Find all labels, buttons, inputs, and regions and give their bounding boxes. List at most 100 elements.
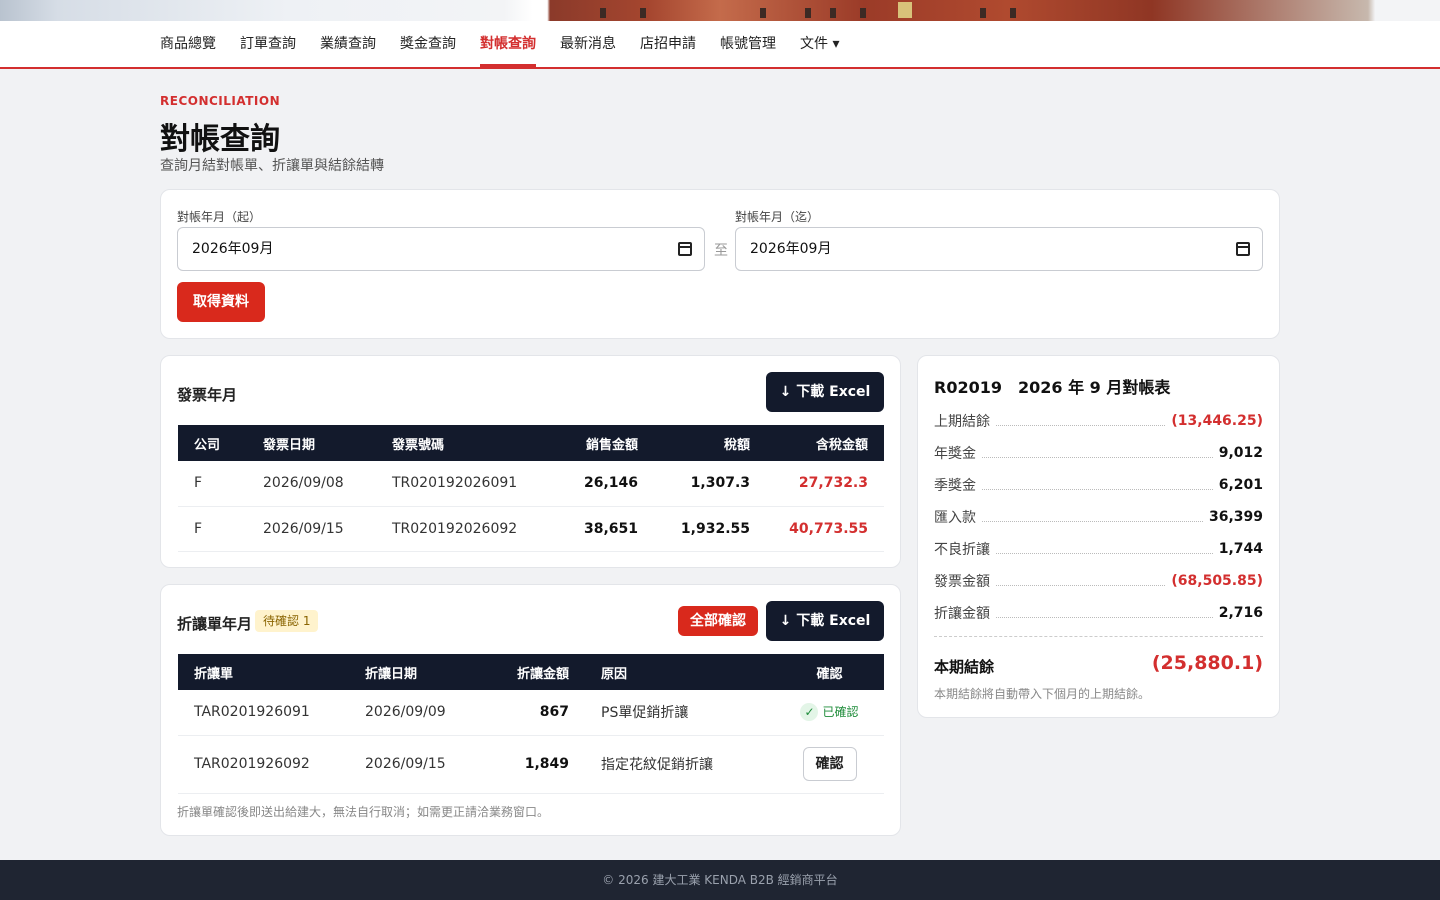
cell-number: TR020192026091 — [392, 475, 518, 492]
col-sales-amount: 銷售金額 — [585, 437, 638, 453]
end-month-input[interactable]: 2026年09月 — [735, 227, 1263, 271]
summary-divider — [934, 636, 1263, 637]
nav-item-account[interactable]: 帳號管理 — [720, 21, 776, 67]
nav-item-news[interactable]: 最新消息 — [560, 21, 616, 67]
nav-item-signboard[interactable]: 店招申請 — [640, 21, 696, 67]
invoice-card: 發票年月 ↓ 下載 Excel 公司 發票日期 發票號碼 銷售金額 稅額 含稅金… — [160, 355, 901, 568]
closing-balance-label: 本期結餘 — [934, 658, 995, 676]
page-title: 對帳查詢 — [160, 122, 280, 157]
check-icon: ✓ — [800, 703, 819, 722]
page-footer: © 2026 建大工業 KENDA B2B 經銷商平台 — [0, 860, 1440, 900]
col-allowance-amount: 折讓金額 — [516, 666, 569, 682]
allowance-note: 折讓單確認後即送出給建大，無法自行取消；如需更正請洽業務窗口。 — [177, 805, 550, 819]
cell-number: TR020192026092 — [392, 520, 518, 537]
cell-date: 2026/09/15 — [365, 756, 446, 772]
summary-row: 季獎金 6,201 — [934, 475, 1263, 495]
allowance-card: 折讓單年月 待確認 1 全部確認 ↓ 下載 Excel 折讓單 折讓日期 折讓金… — [160, 584, 901, 836]
summary-value: 36,399 — [1208, 509, 1263, 525]
cell-total: 40,773.55 — [789, 520, 868, 537]
calendar-icon[interactable] — [1236, 242, 1250, 256]
cell-sales: 38,651 — [583, 520, 638, 537]
confirm-allowance-button[interactable]: 確認 — [802, 747, 857, 781]
allowance-download-excel-button[interactable]: ↓ 下載 Excel — [766, 601, 884, 641]
start-month-input[interactable]: 2026年09月 — [177, 227, 705, 271]
invoice-download-excel-button[interactable]: ↓ 下載 Excel — [766, 372, 884, 412]
col-total-with-tax: 含稅金額 — [815, 437, 868, 453]
cell-reason: PS單促銷折讓 — [601, 705, 689, 722]
calendar-icon[interactable] — [678, 242, 692, 256]
header-banner-image — [0, 0, 1440, 21]
page-subtitle: 查詢月結對帳單、折讓單與結餘結轉 — [160, 158, 384, 174]
col-reason: 原因 — [601, 666, 628, 682]
summary-value: 9,012 — [1218, 445, 1263, 461]
invoice-card-title: 發票年月 — [177, 386, 238, 404]
reconciliation-summary-card: R02019 2026 年 9 月對帳表 上期結餘 (13,446.25) 年獎… — [917, 355, 1280, 718]
fetch-data-button[interactable]: 取得資料 — [177, 282, 265, 322]
cell-tax: 1,307.3 — [690, 475, 750, 492]
summary-row: 折讓金額 2,716 — [934, 603, 1263, 623]
summary-note: 本期結餘將自動帶入下個月的上期結餘。 — [934, 687, 1151, 701]
table-row: F 2026/09/08 TR020192026091 26,146 1,307… — [178, 461, 884, 506]
pending-count-badge: 待確認 1 — [255, 610, 319, 632]
allowance-table-header: 折讓單 折讓日期 折讓金額 原因 確認 — [178, 654, 884, 690]
cell-date: 2026/09/08 — [263, 475, 344, 492]
summary-row: 發票金額 (68,505.85) — [934, 571, 1263, 591]
col-confirm: 確認 — [816, 666, 843, 682]
summary-label: 上期結餘 — [934, 414, 990, 430]
summary-label: 年獎金 — [934, 446, 976, 462]
start-month-value: 2026年09月 — [192, 241, 274, 257]
col-invoice-date: 發票日期 — [263, 437, 316, 453]
summary-value: (13,446.25) — [1171, 413, 1263, 429]
col-tax: 稅額 — [723, 437, 750, 453]
cell-amount: 1,849 — [524, 756, 569, 772]
nav-item-performance[interactable]: 業績查詢 — [320, 21, 376, 67]
invoice-table: 公司 發票日期 發票號碼 銷售金額 稅額 含稅金額 F 2026/09/08 T… — [178, 425, 884, 552]
nav-item-products[interactable]: 商品總覽 — [160, 21, 216, 67]
cell-allowance-id: TAR0201926092 — [194, 756, 310, 772]
summary-value: (68,505.85) — [1171, 573, 1263, 589]
nav-item-orders[interactable]: 訂單查詢 — [240, 21, 296, 67]
allowance-card-title: 折讓單年月 — [177, 615, 253, 633]
summary-title: R02019 2026 年 9 月對帳表 — [934, 378, 1171, 397]
confirm-all-button[interactable]: 全部確認 — [678, 606, 758, 636]
page-eyebrow: RECONCILIATION — [160, 94, 281, 108]
summary-row: 上期結餘 (13,446.25) — [934, 411, 1263, 431]
summary-label: 折讓金額 — [934, 606, 990, 622]
cell-date: 2026/09/09 — [365, 704, 446, 721]
cell-allowance-id: TAR0201926091 — [194, 704, 310, 721]
col-invoice-number: 發票號碼 — [392, 437, 445, 453]
main-nav: 商品總覽 訂單查詢 業績查詢 獎金查詢 對帳查詢 最新消息 店招申請 帳號管理 … — [0, 21, 1440, 69]
col-allowance-id: 折讓單 — [194, 666, 234, 682]
nav-item-documents-dropdown[interactable]: 文件 ▾ — [800, 21, 839, 67]
cell-tax: 1,932.55 — [680, 520, 750, 537]
allowance-table: 折讓單 折讓日期 折讓金額 原因 確認 TAR0201926091 2026/0… — [178, 654, 884, 794]
cell-sales: 26,146 — [583, 475, 638, 492]
summary-row: 年獎金 9,012 — [934, 443, 1263, 463]
confirmed-status: ✓ 已確認 — [800, 703, 859, 722]
cell-company: F — [194, 475, 203, 492]
confirmed-label: 已確認 — [822, 705, 859, 720]
invoice-table-header: 公司 發票日期 發票號碼 銷售金額 稅額 含稅金額 — [178, 425, 884, 461]
cell-company: F — [194, 520, 203, 537]
cell-status: ✓ 已確認 — [775, 690, 884, 735]
nav-item-bonus[interactable]: 獎金查詢 — [400, 21, 456, 67]
summary-value: 2,716 — [1218, 605, 1263, 621]
cell-status: 確認 — [775, 735, 884, 793]
cell-date: 2026/09/15 — [263, 520, 344, 537]
table-row: F 2026/09/15 TR020192026092 38,651 1,932… — [178, 506, 884, 551]
summary-value: 1,744 — [1218, 541, 1263, 557]
summary-row: 匯入款 36,399 — [934, 507, 1263, 527]
col-allowance-date: 折讓日期 — [365, 666, 418, 682]
summary-label: 發票金額 — [934, 574, 990, 590]
nav-item-reconciliation[interactable]: 對帳查詢 — [480, 21, 536, 67]
start-month-label: 對帳年月（起） — [177, 210, 262, 224]
table-row: TAR0201926091 2026/09/09 867 PS單促銷折讓 ✓ 已確… — [178, 690, 884, 735]
nav-list: 商品總覽 訂單查詢 業績查詢 獎金查詢 對帳查詢 最新消息 店招申請 帳號管理 … — [160, 21, 863, 67]
cell-reason: 指定花紋促銷折讓 — [601, 757, 713, 773]
col-company: 公司 — [194, 437, 221, 453]
range-separator: 至 — [714, 243, 728, 259]
cell-total: 27,732.3 — [798, 475, 868, 492]
filter-card: 對帳年月（起） 2026年09月 至 對帳年月（迄） 2026年09月 取得資料 — [160, 189, 1280, 339]
summary-label: 季獎金 — [934, 478, 976, 494]
closing-balance-value: (25,880.1) — [1151, 652, 1263, 674]
